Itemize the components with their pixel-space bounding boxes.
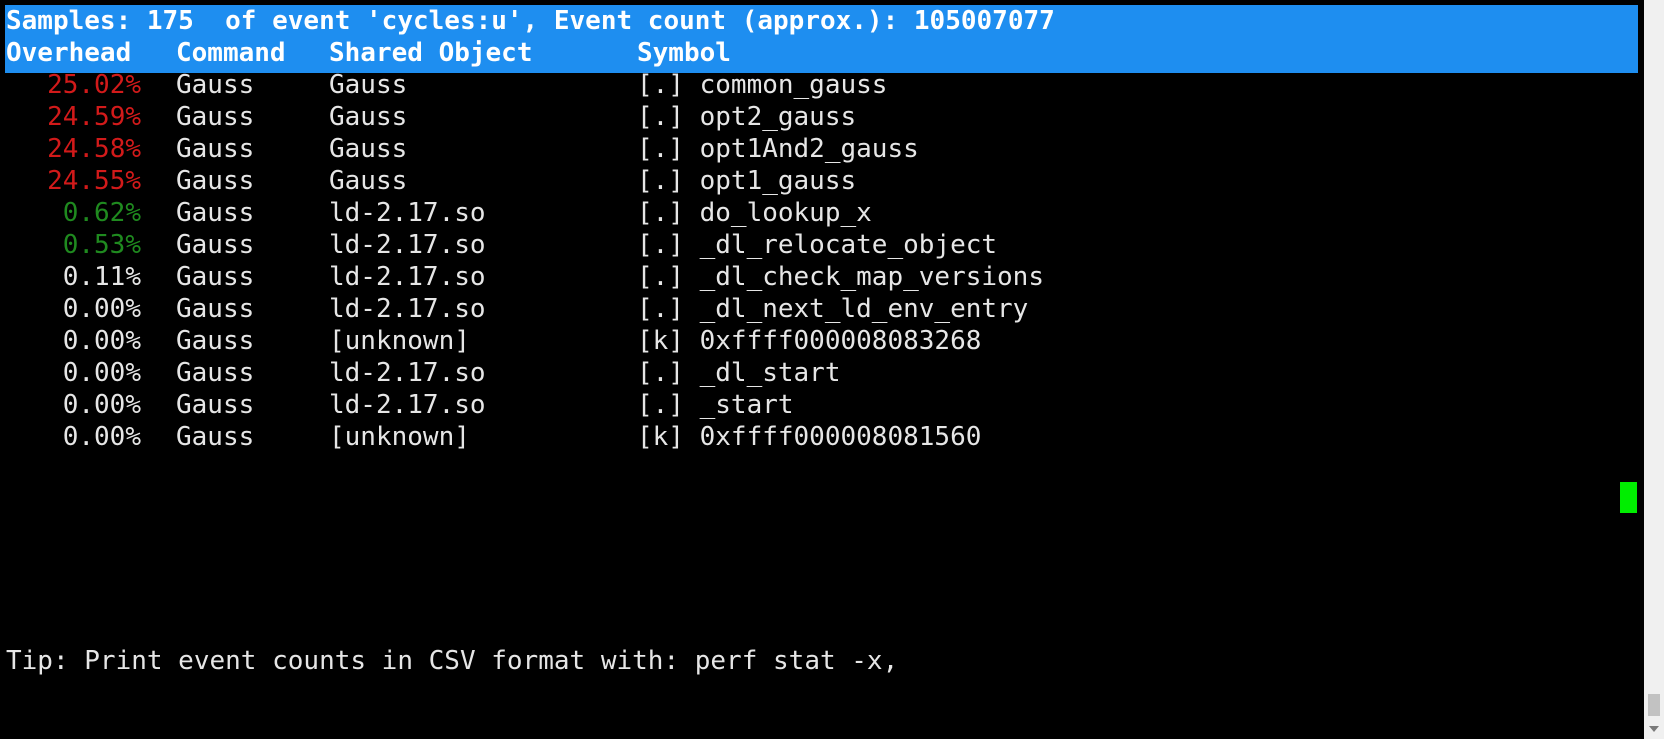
command-cell: Gauss: [176, 166, 255, 196]
symbol-cell: [.] _dl_check_map_versions: [637, 262, 1044, 292]
symbol-cell: [.] opt2_gauss: [637, 102, 857, 132]
cursor: [1620, 482, 1637, 513]
symbol-cell: [.] _start: [637, 390, 794, 420]
overhead-cell: 0.00%: [62, 294, 141, 324]
table-row[interactable]: 0.00% Gauss ld-2.17.so [.] _dl_start: [6, 356, 1636, 390]
shared-object-cell: [unknown]: [329, 422, 470, 452]
shared-object-cell: [unknown]: [329, 326, 470, 356]
overhead-cell: 0.00%: [62, 390, 141, 420]
overhead-cell: 0.11%: [62, 262, 141, 292]
overhead-cell: 24.59%: [47, 102, 141, 132]
command-cell: Gauss: [176, 134, 255, 164]
command-cell: Gauss: [176, 198, 255, 228]
vertical-scrollbar[interactable]: [1644, 0, 1664, 739]
symbol-column-header: Symbol: [637, 38, 731, 68]
command-cell: Gauss: [176, 390, 255, 420]
symbol-cell: [.] do_lookup_x: [637, 198, 872, 228]
shared-object-cell: ld-2.17.so: [329, 262, 486, 292]
table-row[interactable]: 0.62% Gauss ld-2.17.so [.] do_lookup_x: [6, 196, 1636, 230]
table-row[interactable]: 24.59% Gauss Gauss [.] opt2_gauss: [6, 100, 1636, 134]
shared-object-cell: ld-2.17.so: [329, 390, 486, 420]
overhead-column-header: Overhead: [6, 38, 132, 68]
table-row[interactable]: 0.00% Gauss ld-2.17.so [.] _dl_next_ld_env_…: [6, 292, 1636, 326]
table-row[interactable]: 0.53% Gauss ld-2.17.so [.] _dl_relocate_obj…: [6, 228, 1636, 262]
table-row[interactable]: 0.00% Gauss [unknown] [k] 0xffff00000808326…: [6, 324, 1636, 358]
symbol-cell: [.] common_gauss: [637, 70, 888, 100]
symbol-cell: [.] opt1And2_gauss: [637, 134, 919, 164]
overhead-cell: 24.55%: [47, 166, 141, 196]
symbol-cell: [.] opt1_gauss: [637, 166, 857, 196]
shared-object-cell: Gauss: [329, 166, 408, 196]
symbol-cell: [.] _dl_start: [637, 358, 841, 388]
table-row[interactable]: 24.55% Gauss Gauss [.] opt1_gauss: [6, 164, 1636, 198]
command-cell: Gauss: [176, 70, 255, 100]
command-cell: Gauss: [176, 422, 255, 452]
shared-object-cell: Gauss: [329, 134, 408, 164]
command-cell: Gauss: [176, 262, 255, 292]
command-column-header: Command: [176, 38, 286, 68]
shared-object-cell: Gauss: [329, 70, 408, 100]
command-cell: Gauss: [176, 326, 255, 356]
table-row[interactable]: 0.11% Gauss ld-2.17.so [.] _dl_check_map_ve…: [6, 260, 1636, 294]
symbol-cell: [k] 0xffff000008083268: [637, 326, 982, 356]
shared-object-cell: ld-2.17.so: [329, 294, 486, 324]
command-cell: Gauss: [176, 358, 255, 388]
overhead-cell: 0.00%: [62, 358, 141, 388]
shared-object-column-header: Shared Object: [329, 38, 533, 68]
overhead-cell: 0.53%: [62, 230, 141, 260]
command-cell: Gauss: [176, 294, 255, 324]
shared-object-cell: ld-2.17.so: [329, 230, 486, 260]
scrollbar-thumb[interactable]: [1648, 694, 1660, 716]
symbol-cell: [.] _dl_relocate_object: [637, 230, 998, 260]
overhead-cell: 24.58%: [47, 134, 141, 164]
overhead-cell: 0.00%: [62, 422, 141, 452]
command-cell: Gauss: [176, 102, 255, 132]
shared-object-cell: Gauss: [329, 102, 408, 132]
table-row[interactable]: 24.58% Gauss Gauss [.] opt1And2_gauss: [6, 132, 1636, 166]
overhead-cell: 0.62%: [62, 198, 141, 228]
perf-report-terminal[interactable]: Samples: 175 of event 'cycles:u', Event …: [0, 0, 1644, 739]
overhead-cell: 25.02%: [47, 70, 141, 100]
command-cell: Gauss: [176, 230, 255, 260]
symbol-cell: [k] 0xffff000008081560: [637, 422, 982, 452]
scroll-down-arrow-icon[interactable]: [1644, 719, 1664, 739]
overhead-cell: 0.00%: [62, 326, 141, 356]
shared-object-cell: ld-2.17.so: [329, 198, 486, 228]
column-header-row: Overhead Command Shared Object Symbol: [6, 36, 1636, 70]
table-row[interactable]: 25.02% Gauss Gauss [.] common_gauss: [6, 68, 1636, 102]
tip-line: Tip: Print event counts in CSV format wi…: [6, 646, 899, 676]
shared-object-cell: ld-2.17.so: [329, 358, 486, 388]
symbol-cell: [.] _dl_next_ld_env_entry: [637, 294, 1029, 324]
table-row[interactable]: 0.00% Gauss ld-2.17.so [.] _start: [6, 388, 1636, 422]
table-row[interactable]: 0.00% Gauss [unknown] [k] 0xffff00000808156…: [6, 420, 1636, 454]
summary-line: Samples: 175 of event 'cycles:u', Event …: [6, 6, 1055, 36]
